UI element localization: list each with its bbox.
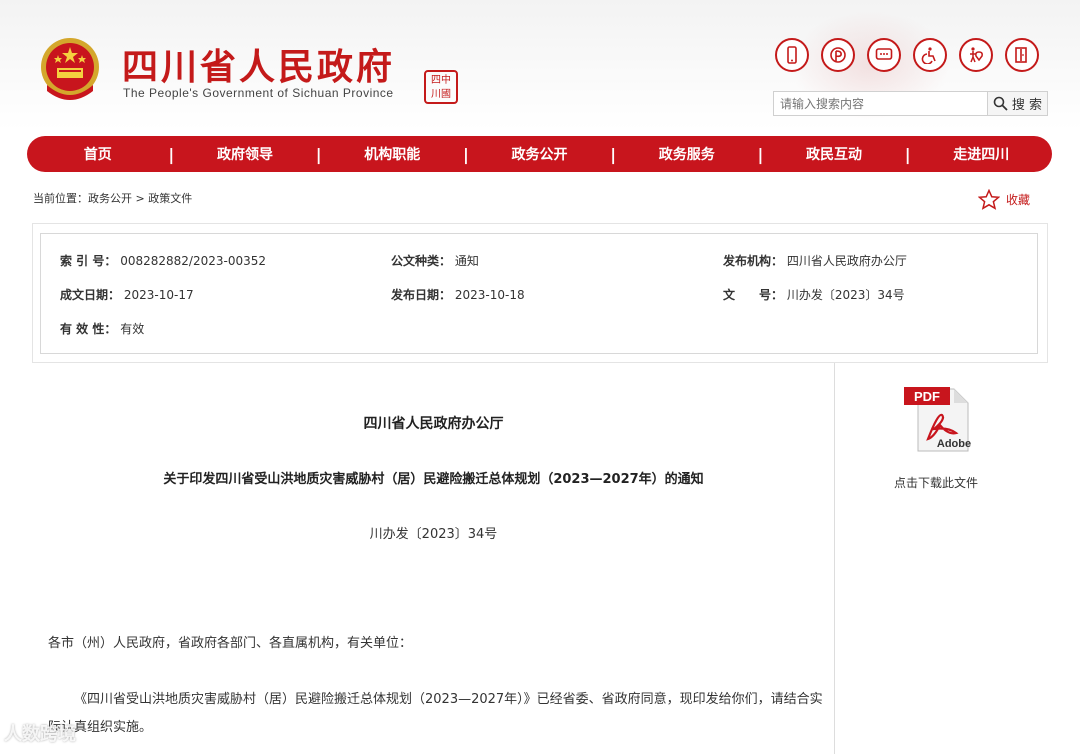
meta-docno-value: 川办发〔2023〕34号 [786,288,905,302]
meta-published: 发布日期： 2023-10-18 [391,286,525,303]
document-salutation: 各市（州）人民政府，省政府各部门、各直属机构，有关单位： [48,636,413,651]
watermark: 人数跨境 [4,724,76,745]
breadcrumb-prefix: 当前位置： [33,192,88,205]
document-issuer: 四川省人民政府办公厅 [363,416,504,432]
document-body: 《四川省受山洪地质灾害威胁村（居）民避险搬迁总体规划（2023—2027年）》已… [48,692,823,735]
meta-org-value: 四川省人民政府办公厅 [786,254,907,268]
search-button[interactable]: 搜 索 [987,92,1047,115]
site-header: 四川省人民政府 The People's Government of Sichu… [0,0,1080,130]
search-box: 搜 索 [773,91,1048,116]
meta-index-value: 008282882/2023-00352 [120,254,266,268]
document-title: 关于印发四川省受山洪地质灾害威胁村（居）民避险搬迁总体规划（2023—2027年… [163,472,704,487]
search-button-label: 搜 索 [1011,98,1043,113]
meta-org-label: 发布机构： [723,254,784,268]
nav-gov-affairs[interactable]: 政务公开 [469,144,610,164]
seal-logo: 四中 川國 [424,70,458,104]
meta-created-value: 2023-10-17 [123,288,194,302]
nav-leaders[interactable]: 政府领导 [174,144,315,164]
meta-type-value: 通知 [454,254,479,268]
accessibility-icon[interactable] [913,38,947,72]
adobe-brand: Adobe [937,438,971,450]
meta-created-label: 成文日期： [60,288,121,302]
meta-type-label: 公文种类： [391,254,452,268]
nav-home[interactable]: 首页 [27,144,168,164]
weibo-icon[interactable] [821,38,855,72]
mobile-icon[interactable] [775,38,809,72]
breadcrumb: 当前位置：政务公开 > 政策文件 [33,190,192,206]
pdf-badge: PDF [914,389,940,404]
meta-docno: 文 号： 川办发〔2023〕34号 [723,286,905,303]
meta-type: 公文种类： 通知 [391,252,479,269]
main-nav: 首页 | 政府领导 | 机构职能 | 政务公开 | 政务服务 | 政民互动 | … [27,136,1052,172]
meta-index: 索 引 号： 008282882/2023-00352 [60,252,266,269]
elder-care-icon[interactable] [959,38,993,72]
meta-published-value: 2023-10-18 [454,288,525,302]
meta-index-label: 索 引 号： [60,254,117,268]
meta-created: 成文日期： 2023-10-17 [60,286,194,303]
national-emblem-icon[interactable] [37,35,103,105]
search-input[interactable] [774,92,988,115]
meta-published-label: 发布日期： [391,288,452,302]
favorite-label: 收藏 [1006,193,1031,207]
meta-validity-value: 有效 [120,322,145,336]
message-icon[interactable] [867,38,901,72]
download-link[interactable]: 点击下载此文件 [848,474,1024,491]
favorite-button[interactable]: 收藏 [978,189,1030,210]
nav-services[interactable]: 政务服务 [616,144,757,164]
site-title[interactable]: 四川省人民政府 [122,38,395,90]
nav-about-sichuan[interactable]: 走进四川 [911,144,1052,164]
meta-validity-label: 有 效 性： [60,322,117,336]
meta-org: 发布机构： 四川省人民政府办公厅 [723,252,907,269]
site-subtitle: The People's Government of Sichuan Provi… [123,86,394,100]
search-icon [993,96,1008,111]
tool-icons [775,38,1039,72]
document-number: 川办发〔2023〕34号 [369,527,498,542]
star-icon [978,189,1000,210]
meta-validity: 有 效 性： 有效 [60,320,144,337]
meta-docno-label: 文 号： [723,288,784,302]
nav-interaction[interactable]: 政民互动 [763,144,904,164]
exit-icon[interactable] [1005,38,1039,72]
pdf-file-icon[interactable]: PDF Adobe [904,385,972,453]
nav-functions[interactable]: 机构职能 [322,144,463,164]
breadcrumb-path[interactable]: 政务公开 > 政策文件 [88,192,192,205]
